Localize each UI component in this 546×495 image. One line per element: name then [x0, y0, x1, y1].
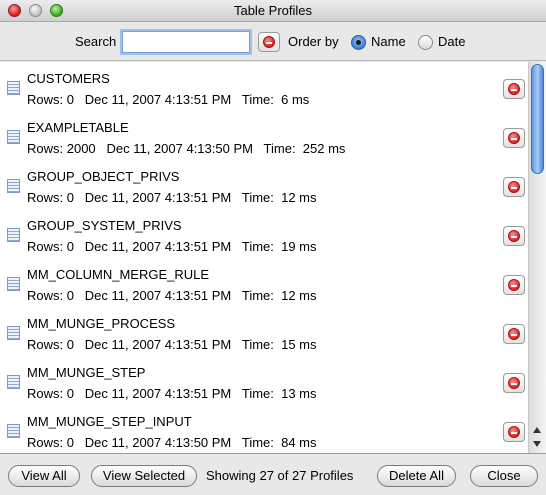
table-profile-info: Rows: 0 Dec 11, 2007 4:13:51 PM Time: 13…	[27, 386, 317, 401]
table-profile-info: Rows: 0 Dec 11, 2007 4:13:51 PM Time: 12…	[27, 190, 317, 205]
table-document-icon	[7, 277, 20, 291]
table-profile-info: Rows: 0 Dec 11, 2007 4:13:50 PM Time: 84…	[27, 435, 317, 450]
delete-profile-button[interactable]	[503, 373, 525, 393]
table-document-icon	[7, 179, 20, 193]
table-profile-info: Rows: 0 Dec 11, 2007 4:13:51 PM Time: 12…	[27, 288, 317, 303]
table-name: GROUP_OBJECT_PRIVS	[27, 169, 180, 184]
list-item[interactable]: MM_COLUMN_MERGE_RULE Rows: 0 Dec 11, 200…	[0, 258, 528, 307]
toolbar: Search Order by Name Date	[0, 23, 546, 61]
minus-circle-icon	[508, 132, 520, 144]
scroll-down-arrow-icon[interactable]	[533, 441, 541, 447]
table-document-icon	[7, 81, 20, 95]
table-name: EXAMPLETABLE	[27, 120, 129, 135]
search-label: Search	[75, 34, 117, 49]
list-item[interactable]: GROUP_SYSTEM_PRIVS Rows: 0 Dec 11, 2007 …	[0, 209, 528, 258]
window-title: Table Profiles	[233, 3, 313, 18]
list-item[interactable]: MM_MUNGE_STEP_INPUT Rows: 0 Dec 11, 2007…	[0, 405, 528, 453]
view-all-button[interactable]: View All	[8, 465, 80, 487]
title-bar: Table Profiles	[0, 0, 546, 22]
table-document-icon	[7, 375, 20, 389]
delete-all-button[interactable]: Delete All	[377, 465, 456, 487]
scrollbar-thumb[interactable]	[531, 64, 544, 174]
close-button[interactable]: Close	[470, 465, 538, 487]
minus-circle-icon	[508, 230, 520, 242]
table-name: MM_MUNGE_STEP_INPUT	[27, 414, 192, 429]
table-document-icon	[7, 424, 20, 438]
table-profile-info: Rows: 0 Dec 11, 2007 4:13:51 PM Time: 15…	[27, 337, 317, 352]
order-by-date-label[interactable]: Date	[438, 34, 465, 49]
search-input[interactable]	[122, 31, 250, 53]
list-item[interactable]: CUSTOMERS Rows: 0 Dec 11, 2007 4:13:51 P…	[0, 62, 528, 111]
delete-profile-button[interactable]	[503, 128, 525, 148]
delete-profile-button[interactable]	[503, 177, 525, 197]
minus-circle-icon	[508, 83, 520, 95]
table-profile-info: Rows: 2000 Dec 11, 2007 4:13:50 PM Time:…	[27, 141, 346, 156]
delete-profile-button[interactable]	[503, 275, 525, 295]
order-by-date-radio[interactable]	[418, 35, 433, 50]
minus-circle-icon	[508, 181, 520, 193]
delete-profile-button[interactable]	[503, 226, 525, 246]
table-profile-info: Rows: 0 Dec 11, 2007 4:13:51 PM Time: 19…	[27, 239, 317, 254]
minimize-window-icon[interactable]	[29, 4, 42, 17]
close-window-icon[interactable]	[8, 4, 21, 17]
zoom-window-icon[interactable]	[50, 4, 63, 17]
table-profile-info: Rows: 0 Dec 11, 2007 4:13:51 PM Time: 6 …	[27, 92, 310, 107]
clear-search-button[interactable]	[258, 32, 280, 52]
table-name: MM_MUNGE_PROCESS	[27, 316, 176, 331]
scroll-up-arrow-icon[interactable]	[533, 427, 541, 433]
minus-circle-icon	[508, 328, 520, 340]
minus-circle-icon	[508, 426, 520, 438]
table-name: GROUP_SYSTEM_PRIVS	[27, 218, 182, 233]
table-document-icon	[7, 228, 20, 242]
table-name: MM_MUNGE_STEP	[27, 365, 146, 380]
order-by-name-radio[interactable]	[351, 35, 366, 50]
list-item[interactable]: MM_MUNGE_PROCESS Rows: 0 Dec 11, 2007 4:…	[0, 307, 528, 356]
minus-circle-icon	[508, 279, 520, 291]
delete-profile-button[interactable]	[503, 324, 525, 344]
order-by-label: Order by	[288, 34, 339, 49]
view-selected-button[interactable]: View Selected	[91, 465, 197, 487]
minus-circle-icon	[508, 377, 520, 389]
table-name: CUSTOMERS	[27, 71, 110, 86]
table-name: MM_COLUMN_MERGE_RULE	[27, 267, 210, 282]
minus-circle-icon	[263, 36, 275, 48]
table-document-icon	[7, 326, 20, 340]
order-by-name-label[interactable]: Name	[371, 34, 406, 49]
vertical-scrollbar[interactable]	[528, 62, 546, 453]
table-document-icon	[7, 130, 20, 144]
list-item[interactable]: GROUP_OBJECT_PRIVS Rows: 0 Dec 11, 2007 …	[0, 160, 528, 209]
profile-count-status: Showing 27 of 27 Profiles	[206, 468, 354, 483]
table-profiles-window: Table Profiles Search Order by Name Date…	[0, 0, 546, 495]
list-item[interactable]: EXAMPLETABLE Rows: 2000 Dec 11, 2007 4:1…	[0, 111, 528, 160]
list-item[interactable]: MM_MUNGE_STEP Rows: 0 Dec 11, 2007 4:13:…	[0, 356, 528, 405]
profile-list[interactable]: CUSTOMERS Rows: 0 Dec 11, 2007 4:13:51 P…	[0, 62, 546, 454]
delete-profile-button[interactable]	[503, 422, 525, 442]
delete-profile-button[interactable]	[503, 79, 525, 99]
bottom-bar: View All View Selected Showing 27 of 27 …	[0, 455, 546, 495]
